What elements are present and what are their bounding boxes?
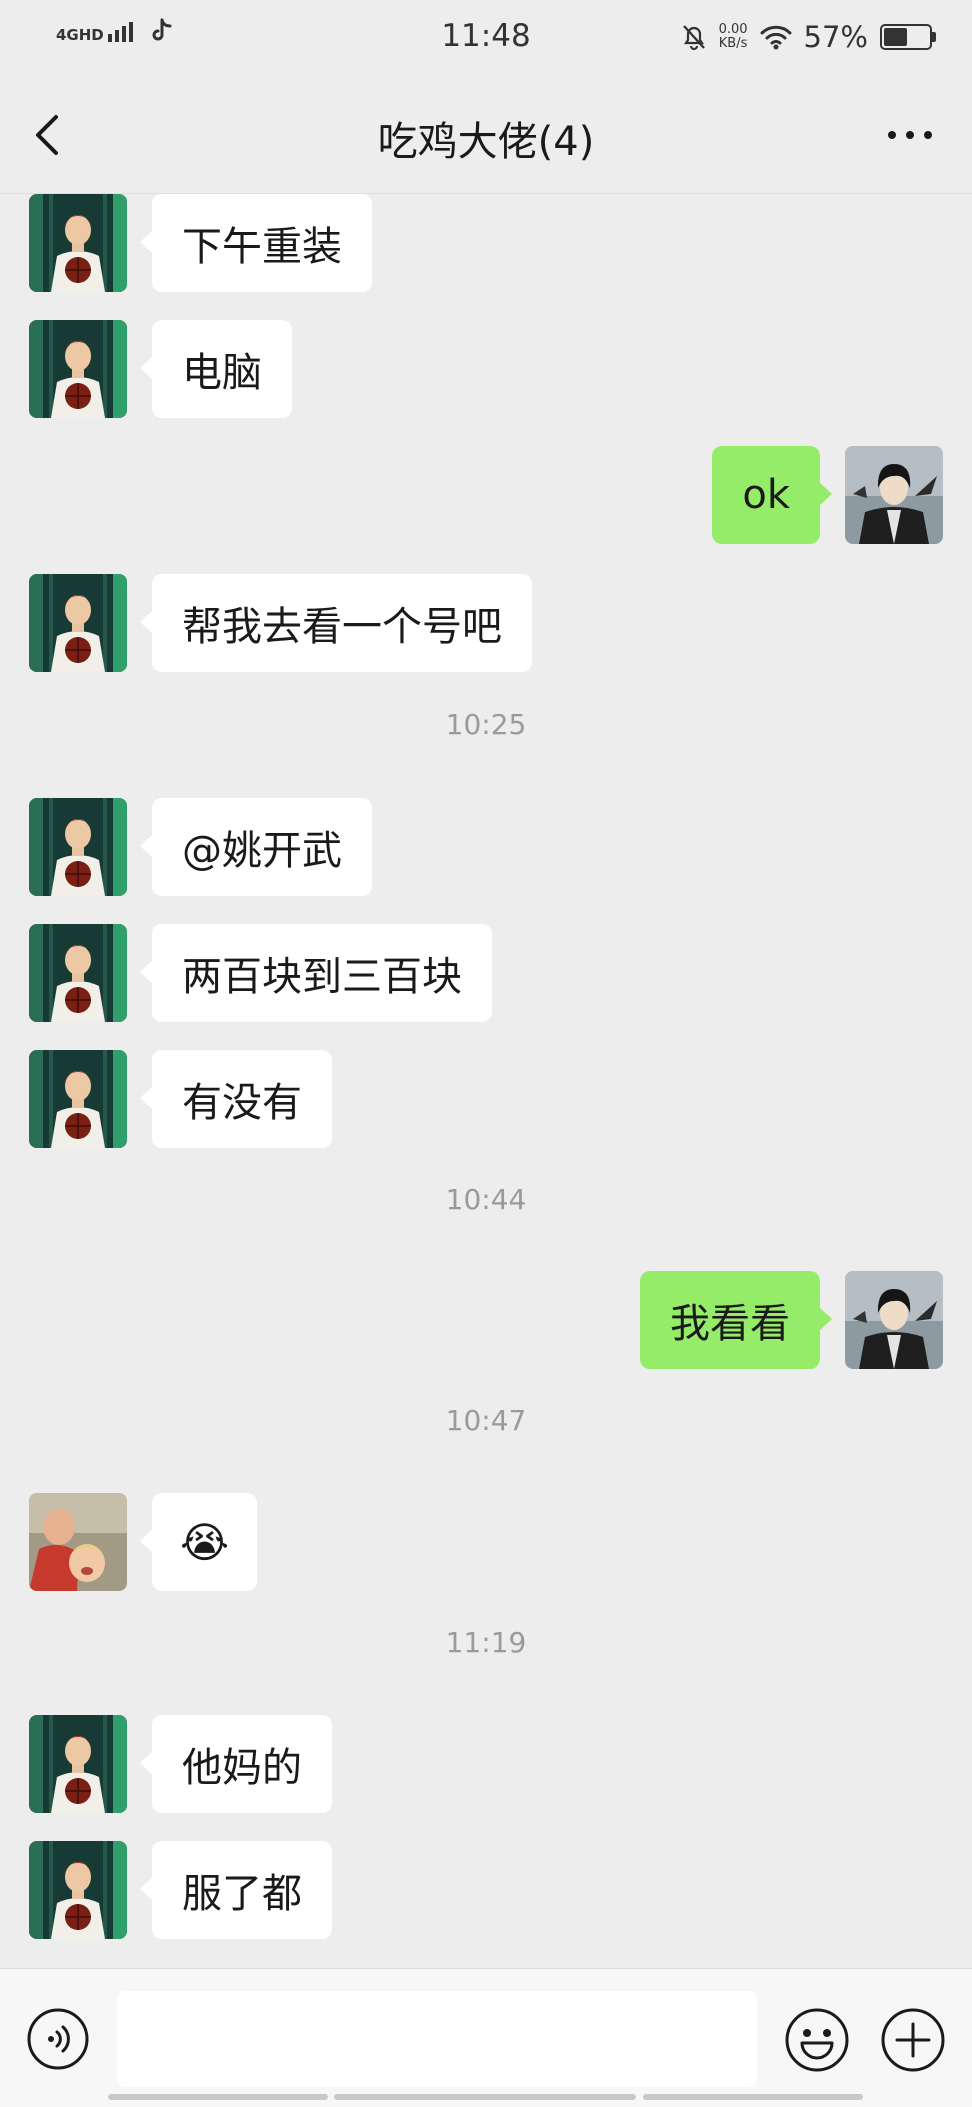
time-stamp: 10:44 <box>445 1183 527 1216</box>
message-bubble[interactable]: 服了都 <box>140 1841 332 1939</box>
net-speed: 0.00 KB/s <box>719 23 748 51</box>
time-stamp: 10:47 <box>445 1404 527 1437</box>
avatar[interactable] <box>29 194 127 292</box>
message-bubble[interactable]: 有没有 <box>140 1050 332 1148</box>
input-bar <box>0 1968 972 2107</box>
chat-title: 吃鸡大佬(4) <box>377 119 595 165</box>
message-bubble[interactable]: ok <box>712 446 832 544</box>
time-stamp: 10:25 <box>445 708 527 741</box>
chat-header: 吃鸡大佬(4) <box>0 75 972 194</box>
avatar[interactable] <box>29 320 127 418</box>
avatar[interactable] <box>29 574 127 672</box>
message-bubble[interactable]: 电脑 <box>140 320 292 418</box>
voice-icon[interactable] <box>26 2007 90 2071</box>
message-input[interactable] <box>117 1991 757 2087</box>
battery-fill <box>884 28 907 46</box>
time-stamp: 11:19 <box>445 1626 527 1659</box>
avatar[interactable] <box>845 446 943 544</box>
speed-value: 0.00 <box>718 22 748 37</box>
message-bubble[interactable]: 下午重装 <box>140 194 372 292</box>
avatar[interactable] <box>29 1493 127 1591</box>
avatar[interactable] <box>29 1715 127 1813</box>
avatar[interactable] <box>29 1841 127 1939</box>
emoji-bubble[interactable]: 😭 <box>139 1493 258 1591</box>
plus-icon[interactable] <box>880 2007 946 2073</box>
message-bubble[interactable]: @姚开武 <box>140 798 372 896</box>
message-bubble[interactable]: 我看看 <box>640 1271 832 1369</box>
message-bubble[interactable]: 他妈的 <box>140 1715 332 1813</box>
status-bar: 4GHD 11:48 0.00 KB/s 57% <box>0 0 972 75</box>
battery-percent: 57% <box>803 20 868 54</box>
avatar[interactable] <box>845 1271 943 1369</box>
speed-unit: KB/s <box>718 36 748 51</box>
more-icon[interactable] <box>884 125 936 145</box>
mute-bell-icon <box>682 25 705 51</box>
gesture-bar <box>643 2094 863 2100</box>
wifi-icon <box>760 25 792 50</box>
avatar[interactable] <box>29 924 127 1022</box>
emoji-icon[interactable] <box>784 2007 850 2073</box>
avatar[interactable] <box>29 798 127 896</box>
avatar[interactable] <box>29 1050 127 1148</box>
gesture-bar <box>108 2094 328 2100</box>
message-bubble[interactable]: 帮我去看一个号吧 <box>140 574 532 672</box>
battery-icon <box>880 24 936 50</box>
gesture-bar <box>334 2094 636 2100</box>
status-right: 0.00 KB/s 57% <box>681 20 936 54</box>
message-bubble[interactable]: 两百块到三百块 <box>140 924 492 1022</box>
